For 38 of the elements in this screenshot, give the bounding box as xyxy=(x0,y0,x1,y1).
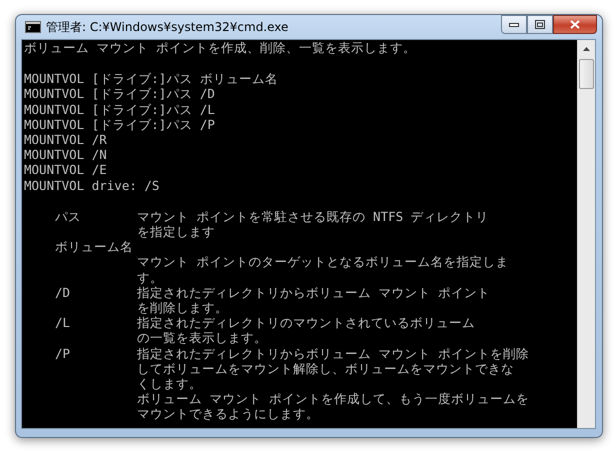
usage-line: MOUNTVOL [ドライブ:]パス /D xyxy=(24,86,216,102)
close-icon xyxy=(570,20,580,29)
usage-line: MOUNTVOL /N xyxy=(24,147,108,162)
usage-line: MOUNTVOL [ドライブ:]パス ボリューム名 xyxy=(24,71,279,86)
parameter-name: パス xyxy=(55,208,82,226)
close-button[interactable] xyxy=(553,15,597,34)
parameter-name: ボリューム名 xyxy=(55,239,134,254)
maximize-icon xyxy=(535,20,545,29)
parameter-description: マウントできるようにします。 xyxy=(137,406,320,422)
scroll-thumb[interactable] xyxy=(579,59,594,89)
parameter-description: 指定されたディレクトリからボリューム マウント ポイントを削除 xyxy=(137,346,530,361)
parameter-description: す。 xyxy=(137,270,164,285)
parameter-description: を指定します xyxy=(137,224,216,240)
console-line: ボリューム マウント ポイントを作成、削除、一覧を表示します。 xyxy=(24,40,418,56)
usage-line: MOUNTVOL /R xyxy=(24,132,108,148)
window-title: 管理者: C:¥Windows¥system32¥cmd.exe xyxy=(46,18,290,36)
parameter-name: /P xyxy=(55,346,72,363)
parameter-description: してボリュームをマウント解除し、ボリュームをマウントできな xyxy=(137,360,515,376)
usage-line: MOUNTVOL drive: /S xyxy=(24,178,160,193)
parameter-name: /D xyxy=(55,284,72,302)
parameter-description: 指定されたディレクトリのマウントされているボリューム xyxy=(137,315,476,330)
minimize-icon xyxy=(509,22,519,26)
usage-line: MOUNTVOL [ドライブ:]パス /P xyxy=(24,116,216,132)
parameter-description: の一覧を表示します。 xyxy=(137,330,268,346)
parameter-description: くします。 xyxy=(137,376,203,392)
scroll-up-icon[interactable] xyxy=(583,46,590,50)
parameter-description: マウント ポイントを常駐させる既存の NTFS ディレクトリ xyxy=(137,208,490,224)
usage-line: MOUNTVOL [ドライブ:]パス /L xyxy=(24,102,216,117)
parameter-description: ボリューム マウント ポイントを作成して、もう一度ボリュームを xyxy=(137,391,530,406)
console-icon xyxy=(25,21,41,33)
parameter-description: を削除します。 xyxy=(137,300,229,316)
parameter-description: マウント ポイントのターゲットとなるボリューム名を指定しま xyxy=(137,254,510,270)
scrollbar[interactable] xyxy=(577,40,595,428)
usage-line: MOUNTVOL /E xyxy=(24,162,108,178)
parameter-name: /L xyxy=(55,315,72,332)
maximize-button[interactable] xyxy=(527,15,553,34)
parameter-description: 指定されたディレクトリからボリューム マウント ポイント xyxy=(137,284,492,300)
minimize-button[interactable] xyxy=(501,15,527,34)
